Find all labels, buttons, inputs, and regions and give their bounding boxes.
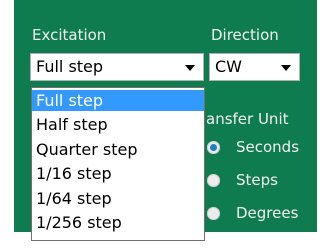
dropdown-option-1-64-step[interactable]: 1/64 step: [32, 188, 204, 209]
radio-seconds-label[interactable]: Seconds: [236, 138, 299, 156]
dropdown-option-1-256-step[interactable]: 1/256 step: [32, 212, 204, 233]
chevron-down-icon[interactable]: [185, 65, 195, 71]
excitation-dropdown-list: Full step Half step Quarter step 1/16 st…: [31, 87, 205, 241]
direction-select[interactable]: CW: [209, 53, 300, 81]
radio-degrees-label[interactable]: Degrees: [236, 204, 298, 222]
radio-degrees[interactable]: [207, 207, 220, 220]
direction-selected-value: CW: [215, 57, 242, 76]
radio-steps[interactable]: [207, 174, 220, 187]
chevron-down-icon[interactable]: [281, 65, 291, 71]
dropdown-option-full-step[interactable]: Full step: [32, 90, 204, 111]
excitation-select[interactable]: Full step: [30, 53, 204, 81]
excitation-selected-value: Full step: [36, 57, 104, 76]
radio-steps-label[interactable]: Steps: [236, 171, 278, 189]
dropdown-option-quarter-step[interactable]: Quarter step: [32, 139, 204, 160]
radio-seconds[interactable]: [207, 141, 220, 154]
transfer-unit-heading: ansfer Unit: [206, 110, 289, 128]
excitation-heading: Excitation: [32, 26, 107, 44]
dropdown-option-1-16-step[interactable]: 1/16 step: [32, 163, 204, 184]
direction-heading: Direction: [211, 26, 279, 44]
dropdown-option-half-step[interactable]: Half step: [32, 114, 204, 135]
